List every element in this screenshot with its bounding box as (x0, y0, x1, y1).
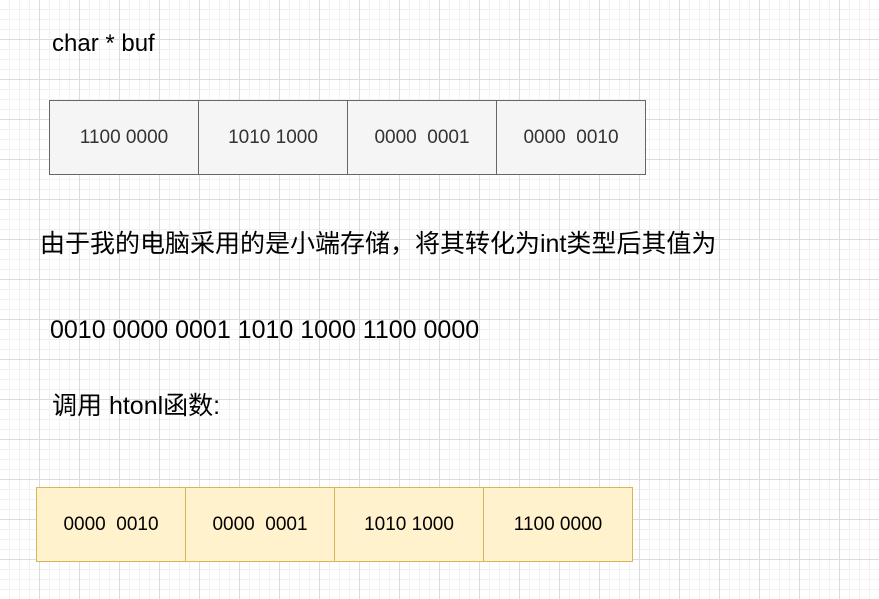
htonl-byte-3: 1100 0000 (483, 487, 633, 562)
htonl-byte-2: 1010 1000 (334, 487, 484, 562)
buf-label: char * buf (52, 30, 155, 57)
htonl-note: 调用 htonl函数: (52, 392, 221, 420)
original-byte-0: 1100 0000 (49, 100, 199, 175)
htonl-byte-1: 0000 0001 (185, 487, 335, 562)
original-byte-3: 0000 0010 (496, 100, 646, 175)
int-value: 0010 0000 0001 1010 1000 1100 0000 (50, 316, 480, 344)
original-byte-row: 1100 0000 1010 1000 0000 0001 0000 0010 (49, 100, 646, 175)
original-byte-2: 0000 0001 (347, 100, 497, 175)
htonl-byte-row: 0000 0010 0000 0001 1010 1000 1100 0000 (36, 487, 633, 562)
original-byte-1: 1010 1000 (198, 100, 348, 175)
little-endian-note: 由于我的电脑采用的是小端存储，将其转化为int类型后其值为 (40, 230, 717, 258)
htonl-byte-0: 0000 0010 (36, 487, 186, 562)
